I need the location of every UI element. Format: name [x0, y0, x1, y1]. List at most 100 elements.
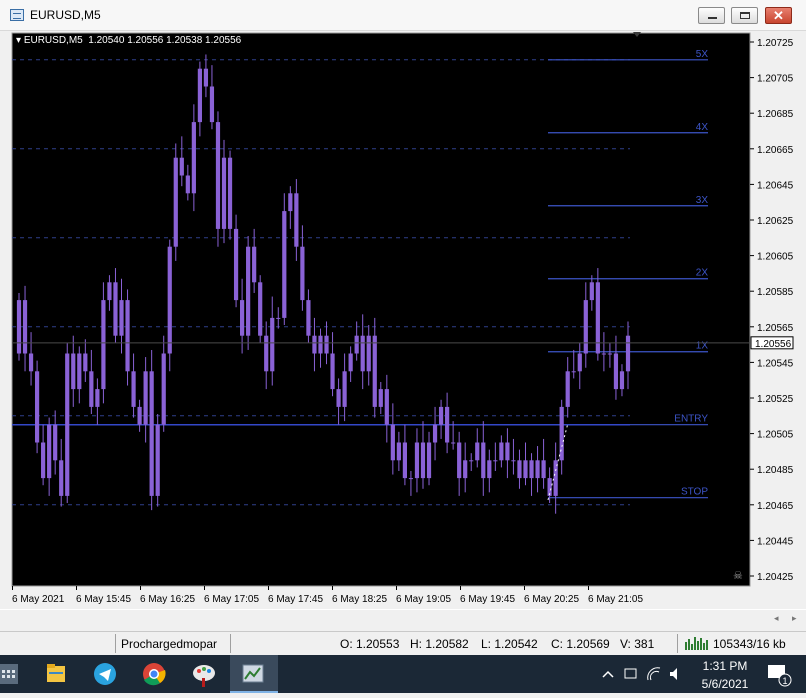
- notification-count: 1: [782, 676, 787, 686]
- candle-body: [22, 300, 28, 354]
- wifi-icon[interactable]: [647, 667, 661, 681]
- price-tick-label: 1.20545: [757, 358, 794, 369]
- candle-body: [469, 460, 474, 462]
- candle-body: [155, 424, 160, 496]
- candle-body: [318, 335, 323, 354]
- paint-icon[interactable]: [180, 655, 228, 693]
- symbol-ohlc-text: EURUSD,M5 1.20540 1.20556 1.20538 1.2055…: [23, 35, 242, 46]
- candle-body: [71, 353, 76, 390]
- tray-date: 5/6/2021: [701, 677, 749, 691]
- traffic-bar: [694, 637, 696, 650]
- traffic-bar: [703, 643, 705, 650]
- current-price-label: 1.20556: [755, 339, 792, 350]
- tray-clock[interactable]: 1:31 PM 5/6/2021: [690, 657, 760, 691]
- price-tick-label: 1.20585: [757, 287, 794, 298]
- candle-body: [583, 300, 588, 354]
- price-tick-label: 1.20505: [757, 430, 794, 441]
- notification-icon[interactable]: 1: [766, 663, 792, 687]
- tray-time: 1:31 PM: [702, 659, 748, 673]
- price-tick-label: 1.20565: [757, 323, 794, 334]
- battery-icon[interactable]: [624, 668, 637, 679]
- candle-body: [372, 335, 377, 407]
- time-tick-label: 6 May 17:45: [268, 594, 323, 605]
- level-label-stop: STOP: [681, 487, 708, 498]
- candle-body: [179, 157, 184, 176]
- traffic-bar: [700, 638, 702, 650]
- candle-body: [197, 68, 202, 123]
- candle-body: [517, 460, 522, 479]
- candle-body: [276, 317, 281, 319]
- candle-body: [227, 157, 233, 229]
- metatrader-icon[interactable]: [230, 655, 278, 693]
- candle-body: [173, 157, 178, 247]
- price-tick-label: 1.20625: [757, 216, 794, 227]
- candle-body: [499, 442, 504, 461]
- price-tick-label: 1.20485: [757, 465, 794, 476]
- telegram-icon[interactable]: [80, 655, 128, 693]
- candle-body: [445, 406, 450, 443]
- price-tick-label: 1.20705: [757, 74, 794, 85]
- price-tick-label: 1.20525: [757, 394, 794, 405]
- candle-body: [432, 424, 438, 443]
- chrome-icon[interactable]: [130, 655, 178, 693]
- candle-body: [529, 460, 534, 479]
- window-title: EURUSD,M5: [30, 8, 101, 22]
- candle-body: [438, 406, 444, 425]
- candle-body: [535, 460, 540, 479]
- candle-body: [107, 282, 112, 301]
- status-open: O: 1.20553: [340, 637, 400, 651]
- candle-body: [571, 371, 576, 373]
- candle-body: [312, 335, 317, 354]
- candle-body: [523, 460, 528, 479]
- candle-body: [101, 300, 106, 390]
- scroll-left-icon[interactable]: ◂: [774, 613, 779, 624]
- restore-button[interactable]: [731, 7, 758, 24]
- status-profile: Prochargedmopar: [121, 637, 218, 651]
- candle-body: [83, 353, 88, 372]
- candle-body: [282, 211, 287, 318]
- traffic-bar: [685, 642, 687, 650]
- scroll-right-icon[interactable]: ▸: [792, 613, 797, 624]
- close-button[interactable]: ✕: [765, 7, 792, 24]
- candle-body: [185, 175, 190, 194]
- candle-body: [354, 335, 359, 354]
- chart-panel[interactable]: 5X 4X 3X 2X 1X ENTRY STOP 1.20725 1.20705 1.2068…: [0, 31, 806, 609]
- level-label-x3: 3X: [696, 195, 709, 206]
- time-tick-label: 6 May 18:25: [332, 594, 387, 605]
- system-tray[interactable]: [596, 664, 688, 684]
- candle-body: [233, 228, 239, 301]
- candle-body: [426, 442, 432, 479]
- tray-chevron-up-icon[interactable]: [602, 670, 614, 678]
- candle-body: [119, 300, 124, 336]
- candle-body: [264, 335, 269, 372]
- volume-icon[interactable]: [670, 668, 677, 680]
- time-tick-label: 6 May 21:05: [588, 594, 643, 605]
- price-chart[interactable]: 5X4X3X2X1XENTRYSTOP 1.207251.207051.2068…: [0, 31, 806, 609]
- price-tick-label: 1.20725: [757, 38, 794, 49]
- time-tick-label: 6 May 19:45: [460, 594, 515, 605]
- traffic-bar: [697, 641, 699, 650]
- file-explorer-icon[interactable]: [32, 655, 80, 693]
- candle-body: [565, 371, 570, 407]
- candle-body: [613, 353, 619, 390]
- chart-scrollbar[interactable]: ◂ ▸: [0, 609, 806, 632]
- candle-body: [607, 353, 613, 355]
- candle-body: [149, 371, 154, 496]
- price-tick-label: 1.20685: [757, 109, 794, 120]
- candle-body: [270, 317, 275, 372]
- level-label-x5: 5X: [696, 49, 709, 60]
- candle-body: [288, 193, 293, 212]
- candle-body: [451, 442, 456, 444]
- candle-body: [125, 300, 130, 372]
- candle-body: [65, 353, 70, 496]
- level-label-x4: 4X: [696, 122, 709, 133]
- minimize-button[interactable]: [698, 7, 725, 24]
- candle-body: [475, 442, 480, 461]
- status-traffic: 105343/16 kb: [713, 637, 786, 651]
- candle-body: [360, 335, 365, 372]
- candle-body: [481, 442, 486, 479]
- close-icon: ✕: [773, 8, 784, 23]
- candle-body: [378, 389, 383, 407]
- candle-body: [137, 406, 142, 425]
- candle-body: [384, 389, 389, 425]
